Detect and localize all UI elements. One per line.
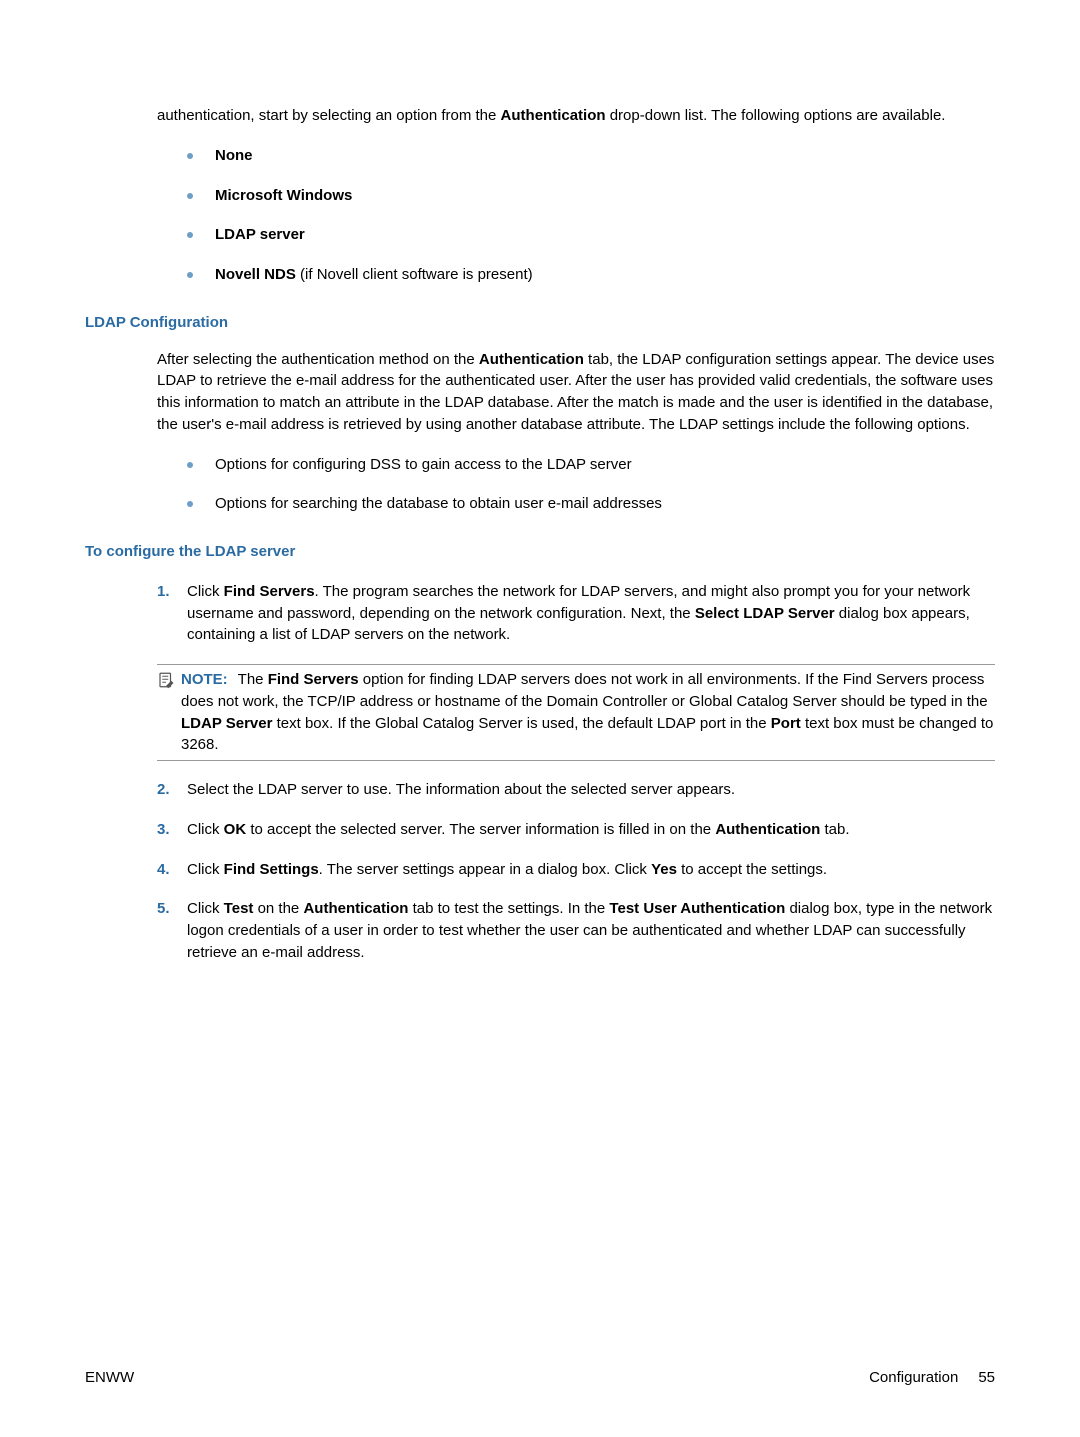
configure-heading: To configure the LDAP server	[85, 541, 995, 563]
list-item: Microsoft Windows	[187, 185, 995, 207]
note-d: LDAP Server	[181, 715, 272, 732]
note-callout: NOTE:The Find Servers option for finding…	[157, 664, 995, 761]
step3-a: Click	[187, 821, 224, 838]
step5-c: on the	[253, 900, 303, 917]
ldap-config-heading: LDAP Configuration	[85, 312, 995, 334]
step-number: 5.	[157, 898, 187, 920]
step-number: 2.	[157, 779, 187, 801]
intro-text-a: authentication, start by selecting an op…	[157, 107, 501, 124]
page-footer: ENWW Configuration 55	[85, 1367, 995, 1389]
step-3: 3. Click OK to accept the selected serve…	[157, 819, 995, 841]
step-number: 1.	[157, 581, 187, 603]
ldap-p-b: Authentication	[479, 351, 584, 368]
bullet-icon	[187, 193, 193, 199]
step4-d: Yes	[651, 861, 677, 878]
step4-c: . The server settings appear in a dialog…	[319, 861, 651, 878]
step-2: 2. Select the LDAP server to use. The in…	[157, 779, 995, 801]
bullet-icon	[187, 462, 193, 468]
step-number: 4.	[157, 859, 187, 881]
step3-d: Authentication	[715, 821, 820, 838]
step3-b: OK	[224, 821, 247, 838]
step1-d: Select LDAP Server	[695, 605, 835, 622]
ldap-bullet-1: Options for configuring DSS to gain acce…	[215, 454, 995, 476]
ldap-p-a: After selecting the authentication metho…	[157, 351, 479, 368]
list-item: Options for configuring DSS to gain acce…	[187, 454, 995, 476]
ldap-bullet-2: Options for searching the database to ob…	[215, 493, 995, 515]
option-windows: Microsoft Windows	[215, 187, 352, 204]
step5-d: Authentication	[303, 900, 408, 917]
footer-left: ENWW	[85, 1367, 134, 1389]
step4-b: Find Settings	[224, 861, 319, 878]
step-5: 5. Click Test on the Authentication tab …	[157, 898, 995, 963]
option-none: None	[215, 147, 253, 164]
list-item: Options for searching the database to ob…	[187, 493, 995, 515]
ldap-config-paragraph: After selecting the authentication metho…	[157, 349, 995, 436]
note-b: Find Servers	[268, 671, 359, 688]
step-number: 3.	[157, 819, 187, 841]
intro-paragraph: authentication, start by selecting an op…	[157, 105, 995, 127]
step4-e: to accept the settings.	[677, 861, 827, 878]
note-e: text box. If the Global Catalog Server i…	[272, 715, 770, 732]
note-icon	[157, 671, 175, 689]
step3-c: to accept the selected server. The serve…	[246, 821, 715, 838]
step5-e: tab to test the settings. In the	[408, 900, 609, 917]
footer-page-number: 55	[978, 1367, 995, 1389]
step1-a: Click	[187, 583, 224, 600]
bullet-icon	[187, 501, 193, 507]
list-item: None	[187, 145, 995, 167]
step5-a: Click	[187, 900, 224, 917]
list-item: Novell NDS (if Novell client software is…	[187, 264, 995, 286]
step5-f: Test User Authentication	[609, 900, 785, 917]
ldap-options-list: Options for configuring DSS to gain acce…	[157, 454, 995, 516]
option-ldap: LDAP server	[215, 226, 305, 243]
step-4: 4. Click Find Settings. The server setti…	[157, 859, 995, 881]
step5-b: Test	[224, 900, 254, 917]
note-label: NOTE:	[181, 671, 228, 688]
note-a: The	[238, 671, 268, 688]
bullet-icon	[187, 232, 193, 238]
bullet-icon	[187, 153, 193, 159]
option-novell-b: (if Novell client software is present)	[296, 266, 533, 283]
step3-e: tab.	[820, 821, 849, 838]
step1-b: Find Servers	[224, 583, 315, 600]
list-item: LDAP server	[187, 224, 995, 246]
bullet-icon	[187, 272, 193, 278]
intro-text-c: drop-down list. The following options ar…	[606, 107, 946, 124]
intro-text-b: Authentication	[501, 107, 606, 124]
step-1: 1. Click Find Servers. The program searc…	[157, 581, 995, 646]
option-novell-a: Novell NDS	[215, 266, 296, 283]
auth-options-list: None Microsoft Windows LDAP server Novel…	[157, 145, 995, 286]
footer-section-label: Configuration	[869, 1367, 958, 1389]
step4-a: Click	[187, 861, 224, 878]
step2-text: Select the LDAP server to use. The infor…	[187, 779, 995, 801]
note-f: Port	[771, 715, 801, 732]
